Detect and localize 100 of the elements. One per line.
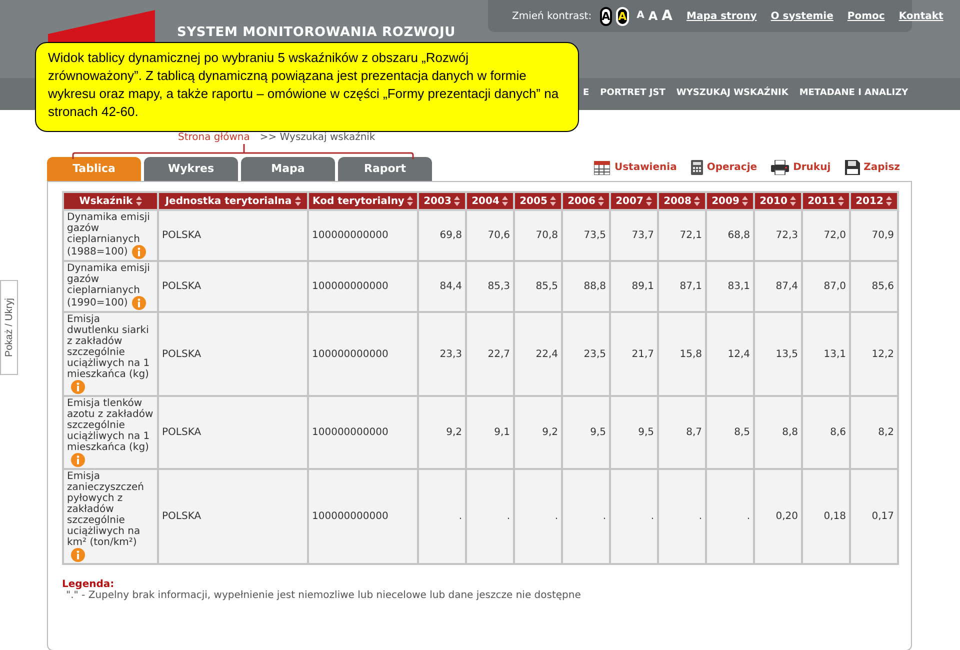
font-size-button[interactable]: A xyxy=(636,11,644,21)
table-cell: 23,3 xyxy=(418,312,466,396)
table-cell: 8,5 xyxy=(706,396,754,469)
sort-icon xyxy=(136,196,142,206)
table-cell: 100000000000 xyxy=(308,210,418,261)
column-header[interactable]: Kod terytorialny xyxy=(308,192,418,210)
sort-icon xyxy=(886,196,892,206)
sort-icon xyxy=(294,196,301,206)
table-cell: 87,0 xyxy=(802,261,850,312)
table-cell: 88,8 xyxy=(562,261,610,312)
printer-icon xyxy=(771,160,790,175)
column-header[interactable]: 2009 xyxy=(706,192,754,210)
site-title: SYSTEM MONITOROWANIA ROZWOJU xyxy=(177,24,456,42)
table-cell: POLSKA xyxy=(158,469,308,564)
column-header[interactable]: 2008 xyxy=(658,192,706,210)
column-header[interactable]: 2006 xyxy=(562,192,610,210)
toolbar-button[interactable]: Zapisz xyxy=(844,160,900,175)
info-icon[interactable] xyxy=(71,380,85,394)
table-cell: 100000000000 xyxy=(308,396,418,469)
table-cell: 0,18 xyxy=(802,469,850,564)
column-header[interactable]: 2004 xyxy=(466,192,514,210)
contrast-button[interactable]: A xyxy=(600,6,612,26)
table-cell: 100000000000 xyxy=(308,469,418,564)
table-cell: 21,7 xyxy=(610,312,658,396)
view-tab[interactable]: Mapa xyxy=(241,157,335,181)
table-cell: . xyxy=(466,469,514,564)
table-cell: 100000000000 xyxy=(308,312,418,396)
table-cell: 9,5 xyxy=(562,396,610,469)
table-cell: 22,7 xyxy=(466,312,514,396)
nav-item[interactable]: PORTRET JST xyxy=(600,87,666,101)
table-cell: 85,6 xyxy=(850,261,898,312)
table-cell: 9,1 xyxy=(466,396,514,469)
table-cell: 70,8 xyxy=(514,210,562,261)
table-cell: . xyxy=(514,469,562,564)
table-cell: 68,8 xyxy=(706,210,754,261)
table-cell: 70,9 xyxy=(850,210,898,261)
info-icon[interactable] xyxy=(71,453,85,467)
breadcrumb-link[interactable]: >> Wyszukaj wskaźnik xyxy=(260,132,376,143)
sort-icon xyxy=(790,196,796,206)
table-cell: 72,0 xyxy=(802,210,850,261)
font-size-button[interactable]: A xyxy=(648,10,658,22)
view-tab[interactable]: Wykres xyxy=(144,157,238,181)
table-cell: 87,4 xyxy=(754,261,802,312)
table-settings-icon xyxy=(594,160,610,174)
font-size-button[interactable]: A xyxy=(662,9,673,23)
toolbar-button[interactable]: Ustawienia xyxy=(594,160,677,175)
toolbar-button[interactable]: Operacje xyxy=(690,160,758,175)
table-cell: 73,7 xyxy=(610,210,658,261)
column-header[interactable]: 2012 xyxy=(850,192,898,210)
table-cell: 13,5 xyxy=(754,312,802,396)
column-header[interactable]: 2010 xyxy=(754,192,802,210)
column-header[interactable]: Wskaźnik xyxy=(63,192,158,210)
sort-icon xyxy=(646,196,652,206)
table-cell: 13,1 xyxy=(802,312,850,396)
nav-item[interactable]: E xyxy=(583,87,590,101)
table-cell: POLSKA xyxy=(158,396,308,469)
sort-icon xyxy=(454,196,460,206)
info-icon[interactable] xyxy=(132,296,146,310)
header-link[interactable]: Kontakt xyxy=(898,8,944,24)
table-cell: . xyxy=(658,469,706,564)
table-cell: Emisja tlenków azotu z zakładów szczególnie uciążliwych na 1 mieszkańca (kg) xyxy=(63,396,158,469)
contrast-label: Zmień kontrast: xyxy=(512,10,592,24)
view-tab[interactable]: Raport xyxy=(338,157,432,181)
nav-item[interactable]: METADANE I ANALIZY xyxy=(799,87,908,101)
table-cell: Emisja zanieczyszczeń pyłowych z zakładów szczególnie uciążliwych na km² (ton/km²) xyxy=(63,469,158,564)
info-icon[interactable] xyxy=(71,548,85,562)
table-cell: 12,4 xyxy=(706,312,754,396)
table-cell: Dynamika emisji gazów cieplarnianych (1988=100) xyxy=(63,210,158,261)
table-cell: Dynamika emisji gazów cieplarnianych (1990=100) xyxy=(63,261,158,312)
table-cell: 8,6 xyxy=(802,396,850,469)
table-cell: 100000000000 xyxy=(308,261,418,312)
contrast-button[interactable]: A xyxy=(616,6,629,26)
legend-text: "." - Zupelny brak informacji, wypełnienie jest niemozliwe lub niecelowe lub dane jeszcze nie dostępne xyxy=(65,590,582,601)
header-link[interactable]: Mapa strony xyxy=(686,8,757,24)
header-link[interactable]: O systemie xyxy=(770,8,834,24)
table-cell: 87,1 xyxy=(658,261,706,312)
table-cell: 84,4 xyxy=(418,261,466,312)
header-link[interactable]: Pomoc xyxy=(847,8,885,24)
breadcrumb-link[interactable]: Strona główna xyxy=(178,132,250,143)
sort-icon xyxy=(694,196,700,206)
column-header[interactable]: 2011 xyxy=(802,192,850,210)
column-header[interactable]: 2003 xyxy=(418,192,466,210)
nav-item[interactable]: WYSZUKAJ WSKAŹNIK xyxy=(676,87,788,101)
toolbar-button[interactable]: Drukuj xyxy=(771,160,831,175)
sort-icon xyxy=(550,196,556,206)
legend-title: Legenda: xyxy=(62,579,116,590)
view-tab[interactable]: Tablica xyxy=(47,157,141,181)
table-cell: 73,5 xyxy=(562,210,610,261)
column-header[interactable]: 2007 xyxy=(610,192,658,210)
info-icon[interactable] xyxy=(132,245,146,259)
table-cell: 8,7 xyxy=(658,396,706,469)
sort-icon xyxy=(598,196,604,206)
table-cell: 89,1 xyxy=(610,261,658,312)
table-cell: 69,8 xyxy=(418,210,466,261)
table-cell: 15,8 xyxy=(658,312,706,396)
column-header[interactable]: Jednostka terytorialna xyxy=(158,192,308,210)
show-hide-toggle[interactable]: Pokaż / Ukryj xyxy=(0,280,18,375)
table-cell: Emisja dwutlenku siarki z zakładów szczególnie uciążliwych na 1 mieszkańca (kg) xyxy=(63,312,158,396)
column-header[interactable]: 2005 xyxy=(514,192,562,210)
table-cell: 9,2 xyxy=(514,396,562,469)
